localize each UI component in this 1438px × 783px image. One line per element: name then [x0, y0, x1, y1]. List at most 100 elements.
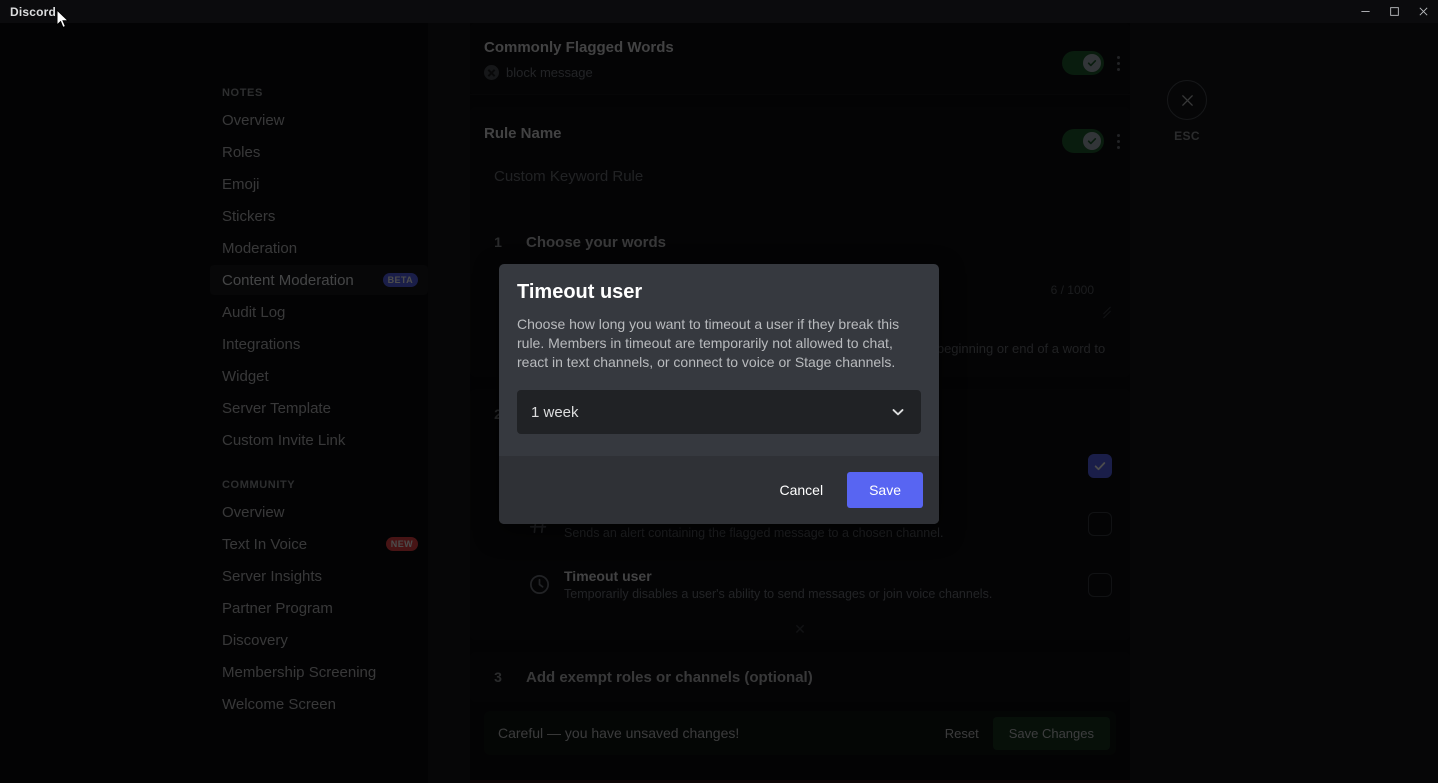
reset-button[interactable]: Reset [931, 718, 993, 749]
action-texts: Timeout user Temporarily disables a user… [564, 568, 1088, 601]
rule-more-menu-icon[interactable] [1116, 134, 1120, 149]
sidebar-item-partner-program[interactable]: Partner Program [210, 593, 428, 623]
sidebar-item-welcome-screen[interactable]: Welcome Screen [210, 689, 428, 719]
step-1-header[interactable]: 1 Choose your words [470, 217, 1130, 267]
step-number: 1 [470, 234, 526, 250]
rule-name-block: Rule Name Custom Keyword Rule [470, 107, 1130, 217]
rule-name-controls [1062, 129, 1120, 153]
timeout-duration-select[interactable]: 1 week [517, 390, 921, 434]
flagged-rule-row[interactable]: Commonly Flagged Words block message [470, 23, 1130, 95]
sidebar-item-label: Roles [222, 144, 418, 161]
sidebar-item-label: Moderation [222, 240, 418, 257]
sidebar-scroll-area: NOTES Overview Roles Emoji Stickers Mode… [210, 23, 428, 721]
sidebar-item-custom-invite-link[interactable]: Custom Invite Link [210, 425, 428, 455]
sidebar-item-discovery[interactable]: Discovery [210, 625, 428, 655]
rule-name-value: Custom Keyword Rule [494, 168, 643, 185]
sidebar-item-label: Integrations [222, 336, 418, 353]
sidebar-item-label: Text In Voice [222, 536, 386, 553]
action-checkbox-timeout-user[interactable] [1088, 573, 1112, 597]
flagged-rule-action-label: block message [506, 65, 593, 80]
sidebar-item-server-insights[interactable]: Server Insights [210, 561, 428, 591]
action-desc: Temporarily disables a user's ability to… [564, 587, 1088, 601]
save-changes-button[interactable]: Save Changes [993, 717, 1110, 750]
sidebar-item-label: Audit Log [222, 304, 418, 321]
flagged-rule-more-menu-icon[interactable] [1116, 56, 1120, 71]
step-title: Add exempt roles or channels (optional) [526, 669, 813, 686]
rule-name-input[interactable]: Custom Keyword Rule [484, 155, 1004, 197]
modal-description: Choose how long you want to timeout a us… [517, 315, 921, 372]
action-checkbox-send-alert[interactable] [1088, 512, 1112, 536]
action-checkbox-block-message[interactable] [1088, 454, 1112, 478]
action-name: Timeout user [564, 568, 1088, 584]
modal-title: Timeout user [517, 281, 921, 304]
step-title: Choose your words [526, 234, 666, 251]
save-button[interactable]: Save [847, 472, 923, 508]
chevron-down-icon [889, 403, 907, 421]
flagged-rule-action: block message [484, 65, 1116, 80]
modal-footer: Cancel Save [499, 456, 939, 524]
window-controls [1351, 0, 1438, 23]
step-3-header[interactable]: 3 Add exempt roles or channels (optional… [470, 652, 1130, 702]
sidebar-item-integrations[interactable]: Integrations [210, 329, 428, 359]
sidebar-item-label: Discovery [222, 632, 418, 649]
new-badge: NEW [386, 537, 418, 551]
step-number: 3 [470, 669, 526, 685]
sidebar-item-widget[interactable]: Widget [210, 361, 428, 391]
sidebar-item-label: Custom Invite Link [222, 432, 418, 449]
keyword-character-counter: 6 / 1000 [1051, 283, 1094, 297]
sidebar-section-header-community: COMMUNITY [210, 473, 428, 495]
sidebar-item-label: Server Insights [222, 568, 418, 585]
sidebar-item-content-moderation[interactable]: Content Moderation BETA [210, 265, 428, 295]
sidebar-item-label: Overview [222, 112, 418, 129]
sidebar-item-stickers[interactable]: Stickers [210, 201, 428, 231]
sidebar-item-emoji[interactable]: Emoji [210, 169, 428, 199]
sidebar-item-label: Partner Program [222, 600, 418, 617]
toggle-knob [1083, 132, 1101, 150]
discord-window: NOTES Overview Roles Emoji Stickers Mode… [0, 0, 1438, 783]
step-3-card: 3 Add exempt roles or channels (optional… [470, 652, 1130, 702]
sidebar-item-community-overview[interactable]: Overview [210, 497, 428, 527]
sidebar-item-label: Emoji [222, 176, 418, 193]
sidebar-item-label: Membership Screening [222, 664, 418, 681]
window-title: Discord [10, 5, 56, 19]
rule-enabled-toggle[interactable] [1062, 129, 1104, 153]
clock-icon [526, 572, 552, 598]
collapse-icon[interactable]: ✕ [470, 615, 1130, 640]
maximize-icon[interactable] [1380, 0, 1409, 23]
commonly-flagged-words-card: Commonly Flagged Words block message [470, 23, 1130, 95]
sidebar-item-overview[interactable]: Overview [210, 105, 428, 135]
sidebar-item-membership-screening[interactable]: Membership Screening [210, 657, 428, 687]
action-row-timeout-user[interactable]: Timeout user Temporarily disables a user… [470, 554, 1130, 615]
sidebar-item-label: Server Template [222, 400, 418, 417]
flagged-rule-toggle[interactable] [1062, 51, 1104, 75]
sidebar-item-audit-log[interactable]: Audit Log [210, 297, 428, 327]
timeout-duration-value: 1 week [531, 404, 889, 421]
sidebar-item-text-in-voice[interactable]: Text In Voice NEW [210, 529, 428, 559]
close-icon[interactable] [1409, 0, 1438, 23]
settings-sidebar: NOTES Overview Roles Emoji Stickers Mode… [0, 23, 428, 783]
timeout-user-modal: Timeout user Choose how long you want to… [499, 264, 939, 524]
beta-badge: BETA [383, 273, 418, 287]
sidebar-item-label: Welcome Screen [222, 696, 418, 713]
close-icon[interactable] [1167, 80, 1207, 120]
textarea-resize-handle[interactable] [1102, 307, 1112, 317]
sidebar-item-label: Overview [222, 504, 418, 521]
sidebar-item-moderation[interactable]: Moderation [210, 233, 428, 263]
sidebar-section-header-notes: NOTES [210, 81, 428, 103]
minimize-icon[interactable] [1351, 0, 1380, 23]
flagged-rule-controls [1062, 51, 1120, 75]
action-desc: Sends an alert containing the flagged me… [564, 526, 1088, 540]
flagged-rule-title: Commonly Flagged Words [484, 39, 1116, 56]
sidebar-item-label: Widget [222, 368, 418, 385]
modal-body: Timeout user Choose how long you want to… [499, 264, 939, 456]
esc-close-area[interactable]: ESC [1166, 80, 1208, 143]
keyword-hint-text: e beginning or end of a word to [926, 341, 1105, 356]
unsaved-changes-bar: Careful — you have unsaved changes! Rese… [484, 711, 1116, 755]
window-titlebar: Discord [0, 0, 1438, 23]
sidebar-item-roles[interactable]: Roles [210, 137, 428, 167]
cancel-button[interactable]: Cancel [763, 472, 839, 508]
esc-label: ESC [1166, 129, 1208, 143]
sidebar-item-server-template[interactable]: Server Template [210, 393, 428, 423]
toggle-knob [1083, 54, 1101, 72]
sidebar-item-label: Stickers [222, 208, 418, 225]
